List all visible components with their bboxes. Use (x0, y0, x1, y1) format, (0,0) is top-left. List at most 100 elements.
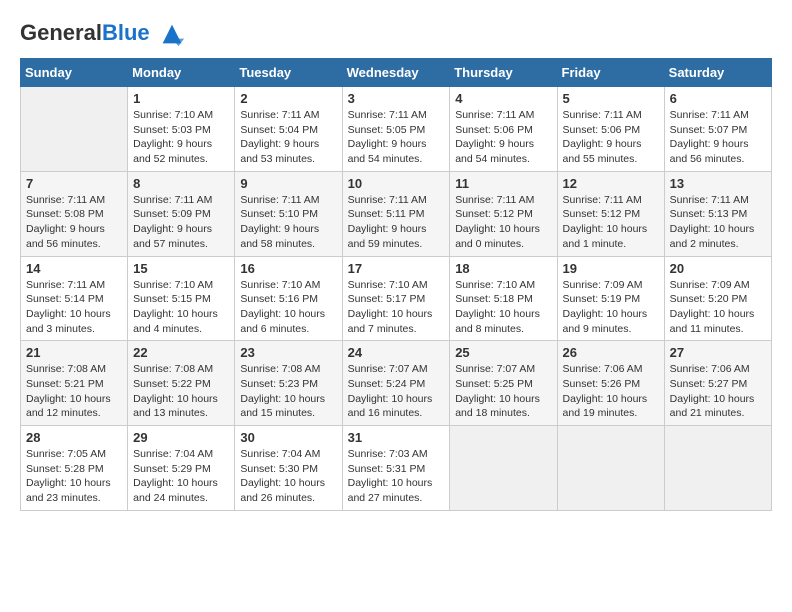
day-cell: 21 Sunrise: 7:08 AM Sunset: 5:21 PM Dayli… (21, 341, 128, 426)
day-content: Sunrise: 7:08 AM Sunset: 5:22 PM Dayligh… (133, 362, 229, 421)
day-number: 7 (26, 176, 122, 191)
day-content: Sunrise: 7:04 AM Sunset: 5:30 PM Dayligh… (240, 447, 336, 506)
day-content: Sunrise: 7:11 AM Sunset: 5:11 PM Dayligh… (348, 193, 445, 252)
day-cell: 8Sunrise: 7:11 AM Sunset: 5:09 PM Daylig… (128, 171, 235, 256)
day-cell: 14 Sunrise: 7:11 AM Sunset: 5:14 PM Dayli… (21, 256, 128, 341)
day-content: Sunrise: 7:09 AM Sunset: 5:20 PM Dayligh… (670, 278, 766, 337)
day-cell: 17Sunrise: 7:10 AM Sunset: 5:17 PM Dayli… (342, 256, 450, 341)
week-row-3: 14 Sunrise: 7:11 AM Sunset: 5:14 PM Dayli… (21, 256, 772, 341)
day-number: 28 (26, 430, 122, 445)
day-number: 6 (670, 91, 766, 106)
day-content: Sunrise: 7:07 AM Sunset: 5:25 PM Dayligh… (455, 362, 551, 421)
day-content: Sunrise: 7:11 AM Sunset: 5:14 PM Dayligh… (26, 278, 122, 337)
day-cell: 4 Sunrise: 7:11 AM Sunset: 5:06 PM Daylig… (450, 87, 557, 172)
week-row-1: 1 Sunrise: 7:10 AM Sunset: 5:03 PM Daylig… (21, 87, 772, 172)
calendar-header: SundayMondayTuesdayWednesdayThursdayFrid… (21, 59, 772, 87)
day-content: Sunrise: 7:11 AM Sunset: 5:12 PM Dayligh… (455, 193, 551, 252)
day-cell: 13 Sunrise: 7:11 AM Sunset: 5:13 PM Dayli… (664, 171, 771, 256)
day-content: Sunrise: 7:10 AM Sunset: 5:15 PM Dayligh… (133, 278, 229, 337)
day-cell: 24 Sunrise: 7:07 AM Sunset: 5:24 PM Dayli… (342, 341, 450, 426)
col-header-thursday: Thursday (450, 59, 557, 87)
day-cell: 9Sunrise: 7:11 AM Sunset: 5:10 PM Daylig… (235, 171, 342, 256)
day-content: Sunrise: 7:10 AM Sunset: 5:18 PM Dayligh… (455, 278, 551, 337)
col-header-sunday: Sunday (21, 59, 128, 87)
day-number: 13 (670, 176, 766, 191)
day-number: 3 (348, 91, 445, 106)
day-content: Sunrise: 7:05 AM Sunset: 5:28 PM Dayligh… (26, 447, 122, 506)
week-row-5: 28 Sunrise: 7:05 AM Sunset: 5:28 PM Dayli… (21, 426, 772, 511)
day-cell: 28 Sunrise: 7:05 AM Sunset: 5:28 PM Dayli… (21, 426, 128, 511)
page-header: GeneralBlue (20, 20, 772, 48)
day-number: 15 (133, 261, 229, 276)
day-number: 24 (348, 345, 445, 360)
day-cell (664, 426, 771, 511)
col-header-monday: Monday (128, 59, 235, 87)
day-cell: 11 Sunrise: 7:11 AM Sunset: 5:12 PM Dayli… (450, 171, 557, 256)
day-content: Sunrise: 7:06 AM Sunset: 5:27 PM Dayligh… (670, 362, 766, 421)
day-number: 10 (348, 176, 445, 191)
day-cell: 26Sunrise: 7:06 AM Sunset: 5:26 PM Dayli… (557, 341, 664, 426)
day-content: Sunrise: 7:10 AM Sunset: 5:17 PM Dayligh… (348, 278, 445, 337)
day-number: 2 (240, 91, 336, 106)
day-content: Sunrise: 7:11 AM Sunset: 5:10 PM Dayligh… (240, 193, 336, 252)
calendar-table: SundayMondayTuesdayWednesdayThursdayFrid… (20, 58, 772, 511)
day-number: 31 (348, 430, 445, 445)
day-cell: 20Sunrise: 7:09 AM Sunset: 5:20 PM Dayli… (664, 256, 771, 341)
day-content: Sunrise: 7:11 AM Sunset: 5:13 PM Dayligh… (670, 193, 766, 252)
col-header-tuesday: Tuesday (235, 59, 342, 87)
day-cell (450, 426, 557, 511)
day-cell: 27Sunrise: 7:06 AM Sunset: 5:27 PM Dayli… (664, 341, 771, 426)
day-number: 23 (240, 345, 336, 360)
day-content: Sunrise: 7:03 AM Sunset: 5:31 PM Dayligh… (348, 447, 445, 506)
day-content: Sunrise: 7:08 AM Sunset: 5:21 PM Dayligh… (26, 362, 122, 421)
day-number: 5 (563, 91, 659, 106)
day-cell: 3 Sunrise: 7:11 AM Sunset: 5:05 PM Daylig… (342, 87, 450, 172)
day-cell: 12 Sunrise: 7:11 AM Sunset: 5:12 PM Dayli… (557, 171, 664, 256)
day-number: 19 (563, 261, 659, 276)
day-number: 4 (455, 91, 551, 106)
day-number: 1 (133, 91, 229, 106)
day-number: 30 (240, 430, 336, 445)
week-row-4: 21 Sunrise: 7:08 AM Sunset: 5:21 PM Dayli… (21, 341, 772, 426)
col-header-wednesday: Wednesday (342, 59, 450, 87)
day-cell: 23 Sunrise: 7:08 AM Sunset: 5:23 PM Dayli… (235, 341, 342, 426)
day-cell: 7 Sunrise: 7:11 AM Sunset: 5:08 PM Daylig… (21, 171, 128, 256)
day-number: 25 (455, 345, 551, 360)
day-content: Sunrise: 7:11 AM Sunset: 5:06 PM Dayligh… (563, 108, 659, 167)
logo-text: GeneralBlue (20, 20, 186, 48)
day-number: 8 (133, 176, 229, 191)
day-number: 16 (240, 261, 336, 276)
header-row: SundayMondayTuesdayWednesdayThursdayFrid… (21, 59, 772, 87)
day-number: 11 (455, 176, 551, 191)
day-cell: 25 Sunrise: 7:07 AM Sunset: 5:25 PM Dayli… (450, 341, 557, 426)
day-content: Sunrise: 7:07 AM Sunset: 5:24 PM Dayligh… (348, 362, 445, 421)
day-cell: 22 Sunrise: 7:08 AM Sunset: 5:22 PM Dayli… (128, 341, 235, 426)
day-number: 21 (26, 345, 122, 360)
day-number: 12 (563, 176, 659, 191)
logo-icon (158, 20, 186, 48)
day-cell (21, 87, 128, 172)
day-content: Sunrise: 7:11 AM Sunset: 5:04 PM Dayligh… (240, 108, 336, 167)
week-row-2: 7 Sunrise: 7:11 AM Sunset: 5:08 PM Daylig… (21, 171, 772, 256)
day-content: Sunrise: 7:08 AM Sunset: 5:23 PM Dayligh… (240, 362, 336, 421)
day-content: Sunrise: 7:10 AM Sunset: 5:16 PM Dayligh… (240, 278, 336, 337)
day-content: Sunrise: 7:11 AM Sunset: 5:05 PM Dayligh… (348, 108, 445, 167)
day-number: 26 (563, 345, 659, 360)
day-cell: 31 Sunrise: 7:03 AM Sunset: 5:31 PM Dayli… (342, 426, 450, 511)
logo: GeneralBlue (20, 20, 186, 48)
day-cell: 10 Sunrise: 7:11 AM Sunset: 5:11 PM Dayli… (342, 171, 450, 256)
day-cell: 30 Sunrise: 7:04 AM Sunset: 5:30 PM Dayli… (235, 426, 342, 511)
col-header-saturday: Saturday (664, 59, 771, 87)
day-cell: 29Sunrise: 7:04 AM Sunset: 5:29 PM Dayli… (128, 426, 235, 511)
day-content: Sunrise: 7:11 AM Sunset: 5:06 PM Dayligh… (455, 108, 551, 167)
day-cell: 1 Sunrise: 7:10 AM Sunset: 5:03 PM Daylig… (128, 87, 235, 172)
day-number: 14 (26, 261, 122, 276)
day-content: Sunrise: 7:10 AM Sunset: 5:03 PM Dayligh… (133, 108, 229, 167)
day-cell: 2 Sunrise: 7:11 AM Sunset: 5:04 PM Daylig… (235, 87, 342, 172)
day-content: Sunrise: 7:11 AM Sunset: 5:08 PM Dayligh… (26, 193, 122, 252)
day-cell: 19Sunrise: 7:09 AM Sunset: 5:19 PM Dayli… (557, 256, 664, 341)
day-content: Sunrise: 7:11 AM Sunset: 5:12 PM Dayligh… (563, 193, 659, 252)
calendar-body: 1 Sunrise: 7:10 AM Sunset: 5:03 PM Daylig… (21, 87, 772, 511)
day-content: Sunrise: 7:04 AM Sunset: 5:29 PM Dayligh… (133, 447, 229, 506)
day-number: 22 (133, 345, 229, 360)
